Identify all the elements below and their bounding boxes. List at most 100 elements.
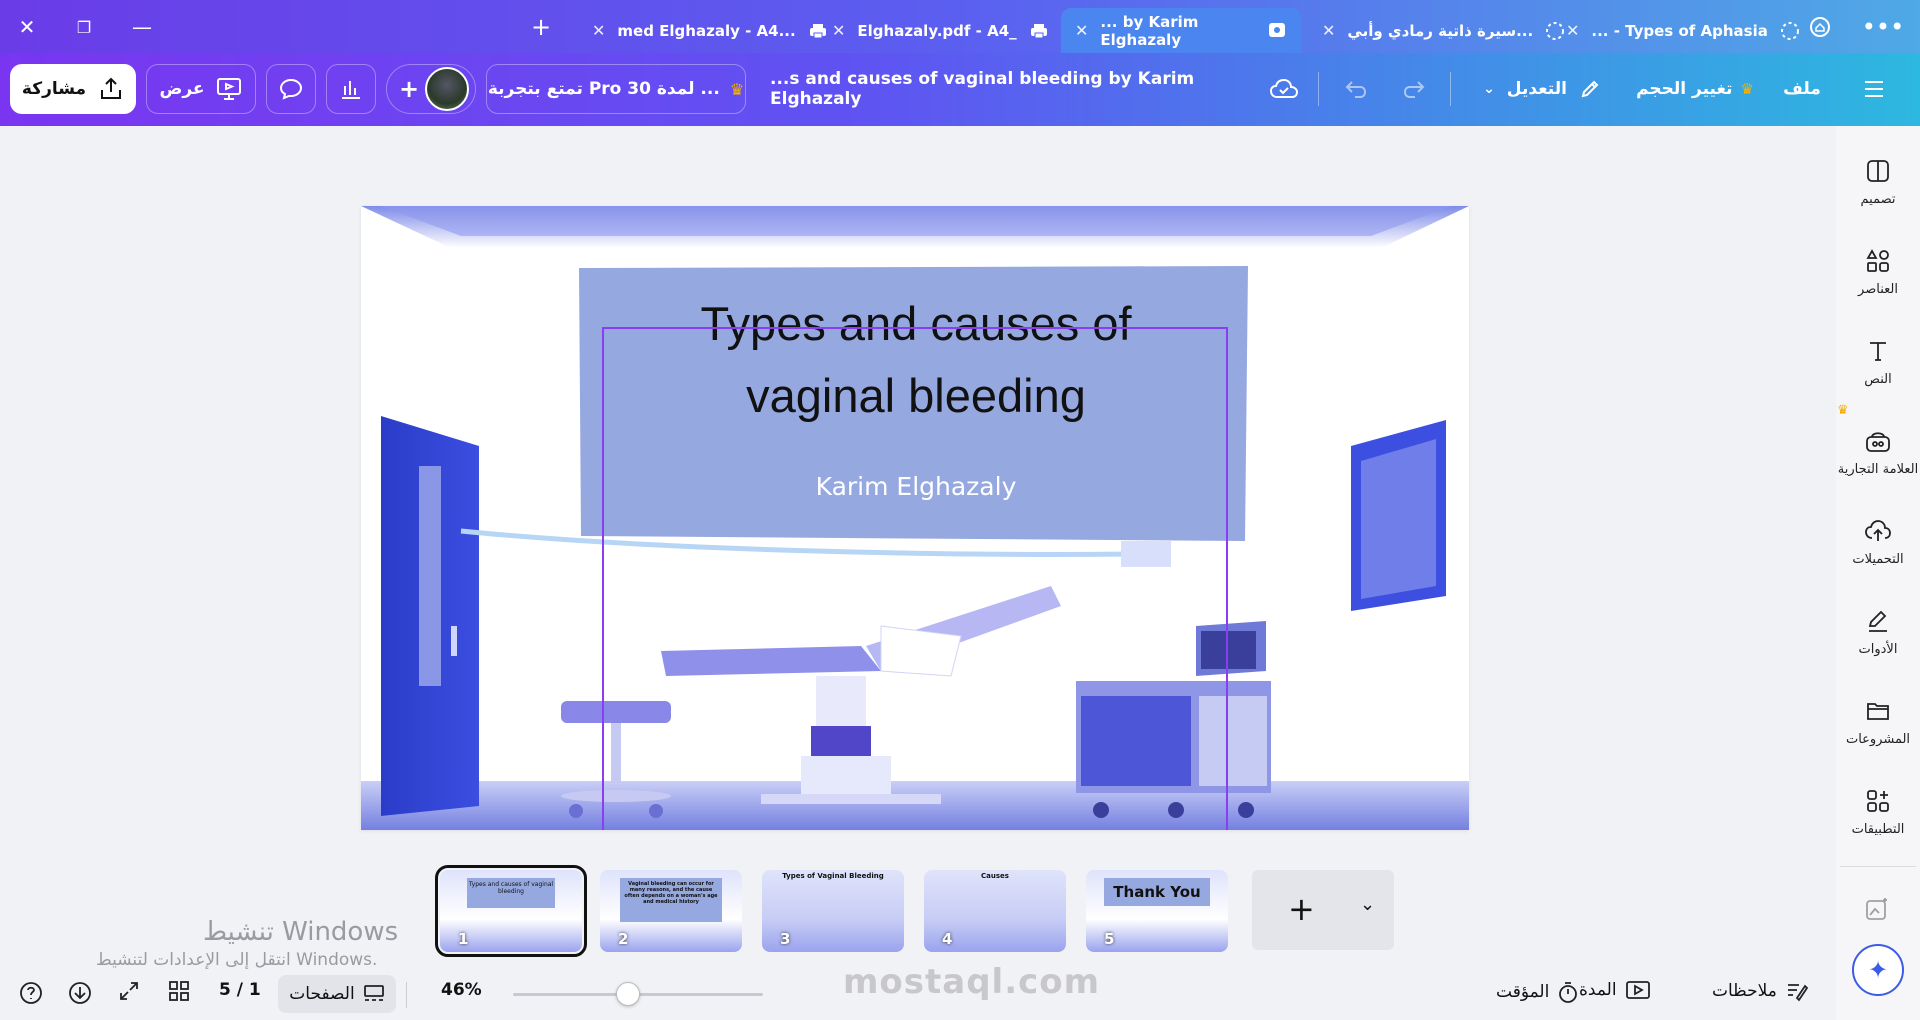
duration-button[interactable]: المدة — [1579, 980, 1651, 1000]
chevron-down-icon[interactable]: ⌄ — [1360, 894, 1375, 915]
restore-window-icon[interactable]: ❐ — [67, 10, 101, 44]
divider — [1450, 72, 1451, 106]
chevron-down-icon: ⌄ — [1483, 81, 1495, 97]
collaborators-button[interactable]: + — [386, 64, 476, 114]
presentation-play-icon — [1625, 981, 1650, 999]
notes-button[interactable]: ملاحظات — [1712, 980, 1809, 1002]
tab-title: ... by Karim Elghazaly — [1100, 12, 1199, 49]
site-watermark: mostaql.com — [843, 962, 1101, 1002]
tab-title: med Elghazaly - A4... — [617, 21, 796, 40]
notes-label: ملاحظات — [1712, 981, 1777, 1001]
thumbnail-number: 2 — [618, 930, 629, 948]
printer-icon — [1029, 21, 1049, 41]
thumbnail-text: Thank You — [1104, 878, 1210, 906]
close-tab-icon[interactable]: ✕ — [592, 21, 605, 40]
crown-icon: ♛ — [1740, 80, 1754, 98]
divider — [406, 982, 407, 1008]
windows-activation-title: تنشيط Windows — [203, 917, 399, 947]
undo-icon[interactable] — [1334, 64, 1378, 114]
thumbnail-slide-1[interactable]: Types and causes of vaginal bleeding 1 — [435, 865, 587, 957]
rail-item-brand[interactable]: العلامة التجارية — [1836, 426, 1920, 477]
new-tab-icon[interactable]: + — [524, 10, 558, 44]
zoom-slider-thumb[interactable] — [616, 982, 640, 1006]
page-indicator[interactable]: 5 / 1 — [219, 980, 261, 1000]
minimize-window-icon[interactable]: — — [125, 10, 159, 44]
divider — [1318, 72, 1319, 106]
home-icon[interactable] — [1803, 10, 1837, 44]
rail-item-uploads[interactable]: التحميلات — [1836, 516, 1920, 567]
comment-button[interactable] — [266, 64, 316, 114]
rail-label: العلامة التجارية — [1837, 462, 1919, 477]
close-window-icon[interactable]: ✕ — [10, 10, 44, 44]
more-options-icon[interactable]: ••• — [1862, 10, 1904, 44]
pencil-icon — [1581, 80, 1599, 98]
slide-canvas[interactable]: Types and causes of vaginal bleeding Kar… — [361, 206, 1469, 830]
loading-icon — [1780, 21, 1800, 41]
download-icon[interactable] — [67, 980, 93, 1006]
thumbnail-number: 5 — [1104, 930, 1115, 948]
edit-label: التعديل — [1506, 79, 1567, 99]
pro-trial-label: تمتع بتجربة Pro لمدة 30 ... — [487, 79, 720, 99]
avatar[interactable] — [425, 67, 470, 111]
folder-icon — [1863, 696, 1893, 726]
share-button[interactable]: مشاركة — [10, 64, 136, 114]
rail-item-text[interactable]: النص — [1836, 336, 1920, 387]
cloud-saved-icon[interactable] — [1262, 64, 1306, 114]
zoom-slider[interactable] — [513, 982, 763, 1006]
edit-mode-button[interactable]: ⌄ التعديل — [1472, 64, 1612, 114]
help-icon[interactable] — [18, 980, 44, 1006]
upload-icon — [101, 77, 122, 99]
close-tab-icon[interactable]: ✕ — [1322, 21, 1335, 40]
tab-5[interactable]: ✕ ... - Types of Aphasia — [1552, 8, 1814, 53]
close-tab-icon[interactable]: ✕ — [832, 21, 845, 40]
tab-1[interactable]: ✕ med Elghazaly - A4... — [578, 8, 842, 53]
rail-item-apps[interactable]: التطبيقات — [1836, 786, 1920, 837]
rail-item-tools[interactable]: الأدوات — [1836, 606, 1920, 657]
comment-icon — [279, 78, 303, 100]
pages-view-button[interactable]: الصفحات — [278, 975, 396, 1013]
grid-view-icon[interactable] — [168, 980, 190, 1002]
magic-media-icon[interactable] — [1864, 896, 1890, 926]
timer-button[interactable]: المؤقت — [1496, 980, 1579, 1004]
thumbnail-slide-4[interactable]: Causes 4 — [924, 870, 1066, 952]
rail-label: التحميلات — [1852, 552, 1904, 567]
present-button[interactable]: عرض — [146, 64, 256, 114]
text-icon — [1863, 336, 1893, 366]
thumbnail-number: 4 — [942, 930, 953, 948]
pages-label: الصفحات — [289, 984, 355, 1004]
tab-4[interactable]: ✕ سيرة ذاتية رمادي وأبي... — [1308, 8, 1579, 53]
document-title[interactable]: ...s and causes of vaginal bleeding by K… — [770, 64, 1240, 114]
magic-assistant-button[interactable]: ✦ — [1852, 944, 1904, 996]
tab-title: سيرة ذاتية رمادي وأبي... — [1347, 21, 1534, 40]
add-page-button[interactable]: + ⌄ — [1252, 870, 1394, 950]
rail-label: تصميم — [1860, 192, 1896, 207]
pro-trial-button[interactable]: تمتع بتجربة Pro لمدة 30 ... ♛ — [486, 64, 746, 114]
thumbnail-slide-3[interactable]: Types of Vaginal Bleeding 3 — [762, 870, 904, 952]
rail-label: المشروعات — [1845, 732, 1911, 747]
rail-item-design[interactable]: تصميم — [1836, 156, 1920, 207]
resize-button[interactable]: تغيير الحجم ♛ — [1630, 64, 1760, 114]
side-panel-rail: تصميم العناصر النص العلامة التجارية التح… — [1836, 126, 1920, 1020]
file-menu[interactable]: ملف — [1770, 64, 1834, 114]
thumbnail-slide-5[interactable]: Thank You 5 — [1086, 870, 1228, 952]
share-label: مشاركة — [21, 79, 87, 99]
tab-3-active[interactable]: ✕ ... by Karim Elghazaly — [1061, 8, 1301, 53]
rail-item-elements[interactable]: العناصر — [1836, 246, 1920, 297]
fullscreen-icon[interactable] — [118, 980, 140, 1002]
selection-box[interactable] — [602, 327, 1228, 830]
zoom-percentage[interactable]: 46% — [441, 980, 482, 1000]
tab-2[interactable]: ✕ Elghazaly.pdf - A4_ — [818, 8, 1063, 53]
rail-label: العناصر — [1858, 282, 1898, 297]
sparkle-icon: ✦ — [1867, 956, 1889, 984]
rail-item-projects[interactable]: المشروعات — [1836, 696, 1920, 747]
redo-icon[interactable] — [1392, 64, 1436, 114]
close-tab-icon[interactable]: ✕ — [1566, 21, 1579, 40]
insights-button[interactable] — [326, 64, 376, 114]
thumbnail-text: Causes — [981, 872, 1009, 880]
thumbnail-number: 3 — [780, 930, 791, 948]
menu-icon[interactable] — [1852, 64, 1896, 114]
close-tab-icon[interactable]: ✕ — [1075, 21, 1088, 40]
divider — [1840, 866, 1916, 867]
thumbnail-text: Types and causes of vaginal bleeding — [467, 878, 555, 908]
thumbnail-slide-2[interactable]: Vaginal bleeding can occur for many reas… — [600, 870, 742, 952]
